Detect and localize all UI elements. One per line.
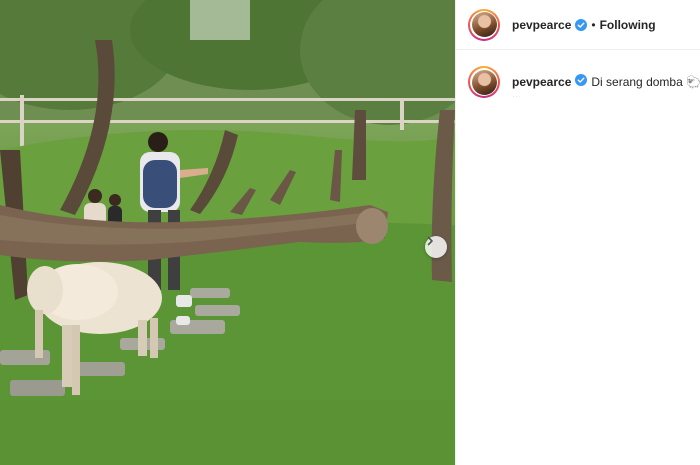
header-separator: •: [591, 17, 596, 32]
avatar-image: [471, 69, 497, 95]
caption-text: Di serang domba 🐑: [591, 75, 700, 89]
caption-body: pevpearce Di serang domba 🐑 ...: [512, 73, 700, 97]
verified-badge-icon: [575, 18, 588, 31]
post-header: pevpearce • Following: [456, 0, 700, 50]
caption-author-username[interactable]: pevpearce: [512, 75, 571, 89]
caption-author-avatar[interactable]: [468, 66, 500, 98]
caption-continuation: ...: [512, 91, 522, 97]
verified-badge-icon: [575, 74, 588, 86]
post-sidebar: pevpearce • Following pevpearce Di serang…: [455, 0, 700, 465]
post-media[interactable]: [0, 0, 455, 465]
caption-row: pevpearce Di serang domba 🐑 ...: [456, 50, 700, 108]
chevron-right-icon: [427, 236, 433, 246]
next-media-button[interactable]: [425, 236, 447, 258]
post-photo: [0, 0, 455, 465]
following-button[interactable]: Following: [600, 18, 656, 32]
author-username[interactable]: pevpearce: [512, 18, 571, 32]
avatar-image: [471, 12, 497, 37]
author-avatar[interactable]: [468, 8, 500, 41]
